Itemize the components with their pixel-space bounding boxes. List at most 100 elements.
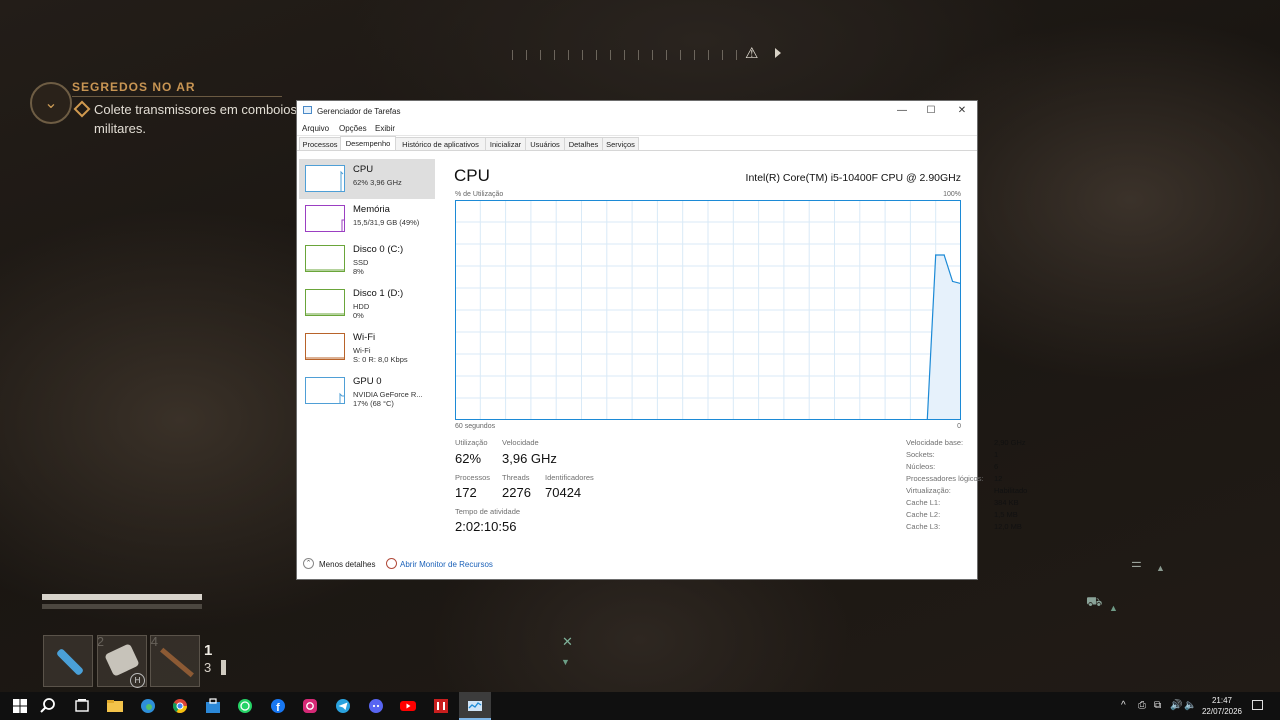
sidebar-item-value: 8% xyxy=(353,267,364,276)
detail-value: 384 KB xyxy=(994,498,1019,507)
shotgun-icon xyxy=(160,647,194,678)
detail-label: Cache L3: xyxy=(906,522,941,531)
show-hidden-icons-chevron-icon[interactable]: ^ xyxy=(1121,700,1126,711)
volume-icon[interactable]: 🔈 xyxy=(1184,700,1196,711)
edge-icon[interactable] xyxy=(138,696,158,716)
tab-desempenho[interactable]: Desempenho xyxy=(340,136,396,151)
thumbnail-sparkline xyxy=(339,392,344,403)
ammo-bar xyxy=(221,660,226,675)
x-axis-min-label: 0 xyxy=(957,423,961,430)
sidebar-item-value: S: 0 R: 8,0 Kbps xyxy=(353,355,408,364)
stamina-bar xyxy=(42,604,202,609)
tab-detalhes[interactable]: Detalhes xyxy=(564,137,603,151)
x-axis-label: 60 segundos xyxy=(455,423,496,430)
menu-opcoes[interactable]: Opções xyxy=(339,124,367,133)
page-title: CPU xyxy=(454,166,490,185)
tab-historico[interactable]: Histórico de aplicativos xyxy=(395,137,486,151)
network-icon[interactable]: 🔊 xyxy=(1170,700,1182,711)
ammo-loaded: 1 xyxy=(204,642,213,659)
chrome-icon[interactable] xyxy=(170,696,190,716)
search-icon[interactable] xyxy=(38,696,58,716)
whatsapp-icon[interactable] xyxy=(235,696,255,716)
notification-center-icon[interactable] xyxy=(1252,700,1263,710)
minimize-button[interactable]: — xyxy=(887,103,917,119)
inventory-slot[interactable] xyxy=(150,635,200,687)
store-icon[interactable] xyxy=(203,696,223,716)
sidebar-item-label: Disco 1 (D:) xyxy=(353,288,404,299)
cpu-model: Intel(R) Core(TM) i5-10400F CPU @ 2.90GH… xyxy=(745,172,961,184)
window-footer: ⌃ Menos detalhes Abrir Monitor de Recurs… xyxy=(297,553,977,577)
utilization-value: 62% xyxy=(455,451,482,466)
task-manager-icon xyxy=(468,701,482,711)
gpu-thumbnail-graph xyxy=(305,377,345,404)
chevron-up-icon[interactable]: ⌃ xyxy=(303,558,314,569)
sidebar-item-detail: SSD xyxy=(353,258,369,267)
game-app-icon[interactable] xyxy=(431,696,451,716)
handles-value: 70424 xyxy=(545,485,582,500)
sidebar-item-detail: NVIDIA GeForce R... xyxy=(353,390,423,399)
resource-sidebar: CPU 62% 3,96 GHz Memória 15,5/31,9 GB (4… xyxy=(297,151,437,551)
tray-display-icon[interactable]: ⧉ xyxy=(1154,700,1161,711)
menu-arquivo[interactable]: Arquivo xyxy=(302,124,329,133)
close-button[interactable]: ✕ xyxy=(947,103,977,119)
sidebar-item-cpu[interactable]: CPU 62% 3,96 GHz xyxy=(299,159,435,199)
tab-servicos[interactable]: Serviços xyxy=(602,137,639,151)
less-details-button[interactable]: Menos detalhes xyxy=(319,560,375,569)
sidebar-item-detail: Wi-Fi xyxy=(353,346,371,355)
tab-processos[interactable]: Processos xyxy=(299,137,341,151)
task-manager-icon xyxy=(303,106,312,114)
ammo-reserve: 3 xyxy=(204,660,212,675)
facebook-icon[interactable]: f xyxy=(268,696,288,716)
file-explorer-icon[interactable] xyxy=(105,696,125,716)
utilization-label: Utilização xyxy=(455,438,488,447)
sidebar-item-wifi[interactable]: Wi-Fi Wi-Fi S: 0 R: 8,0 Kbps xyxy=(299,327,435,367)
detail-value: 2,90 GHz xyxy=(994,438,1026,447)
resource-monitor-icon xyxy=(386,558,397,569)
sidebar-item-label: CPU xyxy=(353,164,374,175)
tab-usuarios[interactable]: Usuários xyxy=(525,137,565,151)
task-manager-window: Gerenciador de Tarefas — ☐ ✕ Arquivo Opç… xyxy=(297,101,1027,579)
youtube-icon[interactable] xyxy=(398,696,418,716)
sidebar-item-gpu-0[interactable]: GPU 0 NVIDIA GeForce R... 17% (68 °C) xyxy=(299,371,435,411)
processes-value: 172 xyxy=(455,485,477,500)
quest-title: SEGREDOS NO AR xyxy=(72,80,196,94)
compass-objective-icon: ⚠ xyxy=(745,45,759,62)
open-resource-monitor-link[interactable]: Abrir Monitor de Recursos xyxy=(400,560,493,569)
vehicle-marker-icon: ⛟ xyxy=(1086,594,1103,609)
memory-thumbnail-graph xyxy=(305,205,345,232)
sidebar-item-detail: 15,5/31,9 GB (49%) xyxy=(353,218,420,227)
health-bar xyxy=(42,594,202,600)
thumbnail-sparkline xyxy=(306,269,344,271)
cpu-usage-point xyxy=(935,254,937,256)
uptime-value: 2:02:10:56 xyxy=(455,519,517,534)
telegram-icon[interactable] xyxy=(333,696,353,716)
crafting-marker-icon: ✕ xyxy=(562,634,573,649)
instagram-icon[interactable] xyxy=(300,696,320,716)
title-bar[interactable]: Gerenciador de Tarefas — ☐ ✕ xyxy=(297,101,977,121)
tray-app-icon[interactable]: ⎙ xyxy=(1138,700,1146,711)
marker-arrow-icon: ▲ xyxy=(1156,563,1165,573)
sidebar-item-disco-1[interactable]: Disco 1 (D:) HDD 0% xyxy=(299,283,435,323)
window-title: Gerenciador de Tarefas xyxy=(317,107,401,116)
maximize-button[interactable]: ☐ xyxy=(916,103,946,119)
quest-emblem-icon: ⌄ xyxy=(30,82,72,124)
disk-thumbnail-graph xyxy=(305,245,345,272)
task-manager-taskbar-button[interactable] xyxy=(459,692,491,720)
y-axis-label: % de Utilização xyxy=(455,191,504,198)
windows-taskbar: f ^ ⎙ ⧉ 🔊 🔈 21:47 22/07/2026 xyxy=(0,692,1280,720)
discord-icon[interactable] xyxy=(366,696,386,716)
speed-value: 3,96 GHz xyxy=(502,451,557,466)
handles-label: Identificadores xyxy=(545,473,594,482)
inventory-slot[interactable]: 2 xyxy=(43,634,104,687)
task-view-icon[interactable] xyxy=(72,696,92,716)
sidebar-item-memoria[interactable]: Memória 15,5/31,9 GB (49%) xyxy=(299,199,435,239)
menu-exibir[interactable]: Exibir xyxy=(375,124,395,133)
sidebar-item-label: GPU 0 xyxy=(353,376,382,387)
sidebar-item-disco-0[interactable]: Disco 0 (C:) SSD 8% xyxy=(299,239,435,279)
sidebar-item-value: 17% (68 °C) xyxy=(353,399,394,408)
tab-inicializar[interactable]: Inicializar xyxy=(485,137,526,151)
system-clock[interactable]: 21:47 22/07/2026 xyxy=(1198,695,1246,717)
windows-start-icon[interactable] xyxy=(10,696,30,716)
quest-objective: Colete transmissores em comboios militar… xyxy=(94,102,298,136)
marker-arrow-icon: ▲ xyxy=(1109,603,1118,613)
